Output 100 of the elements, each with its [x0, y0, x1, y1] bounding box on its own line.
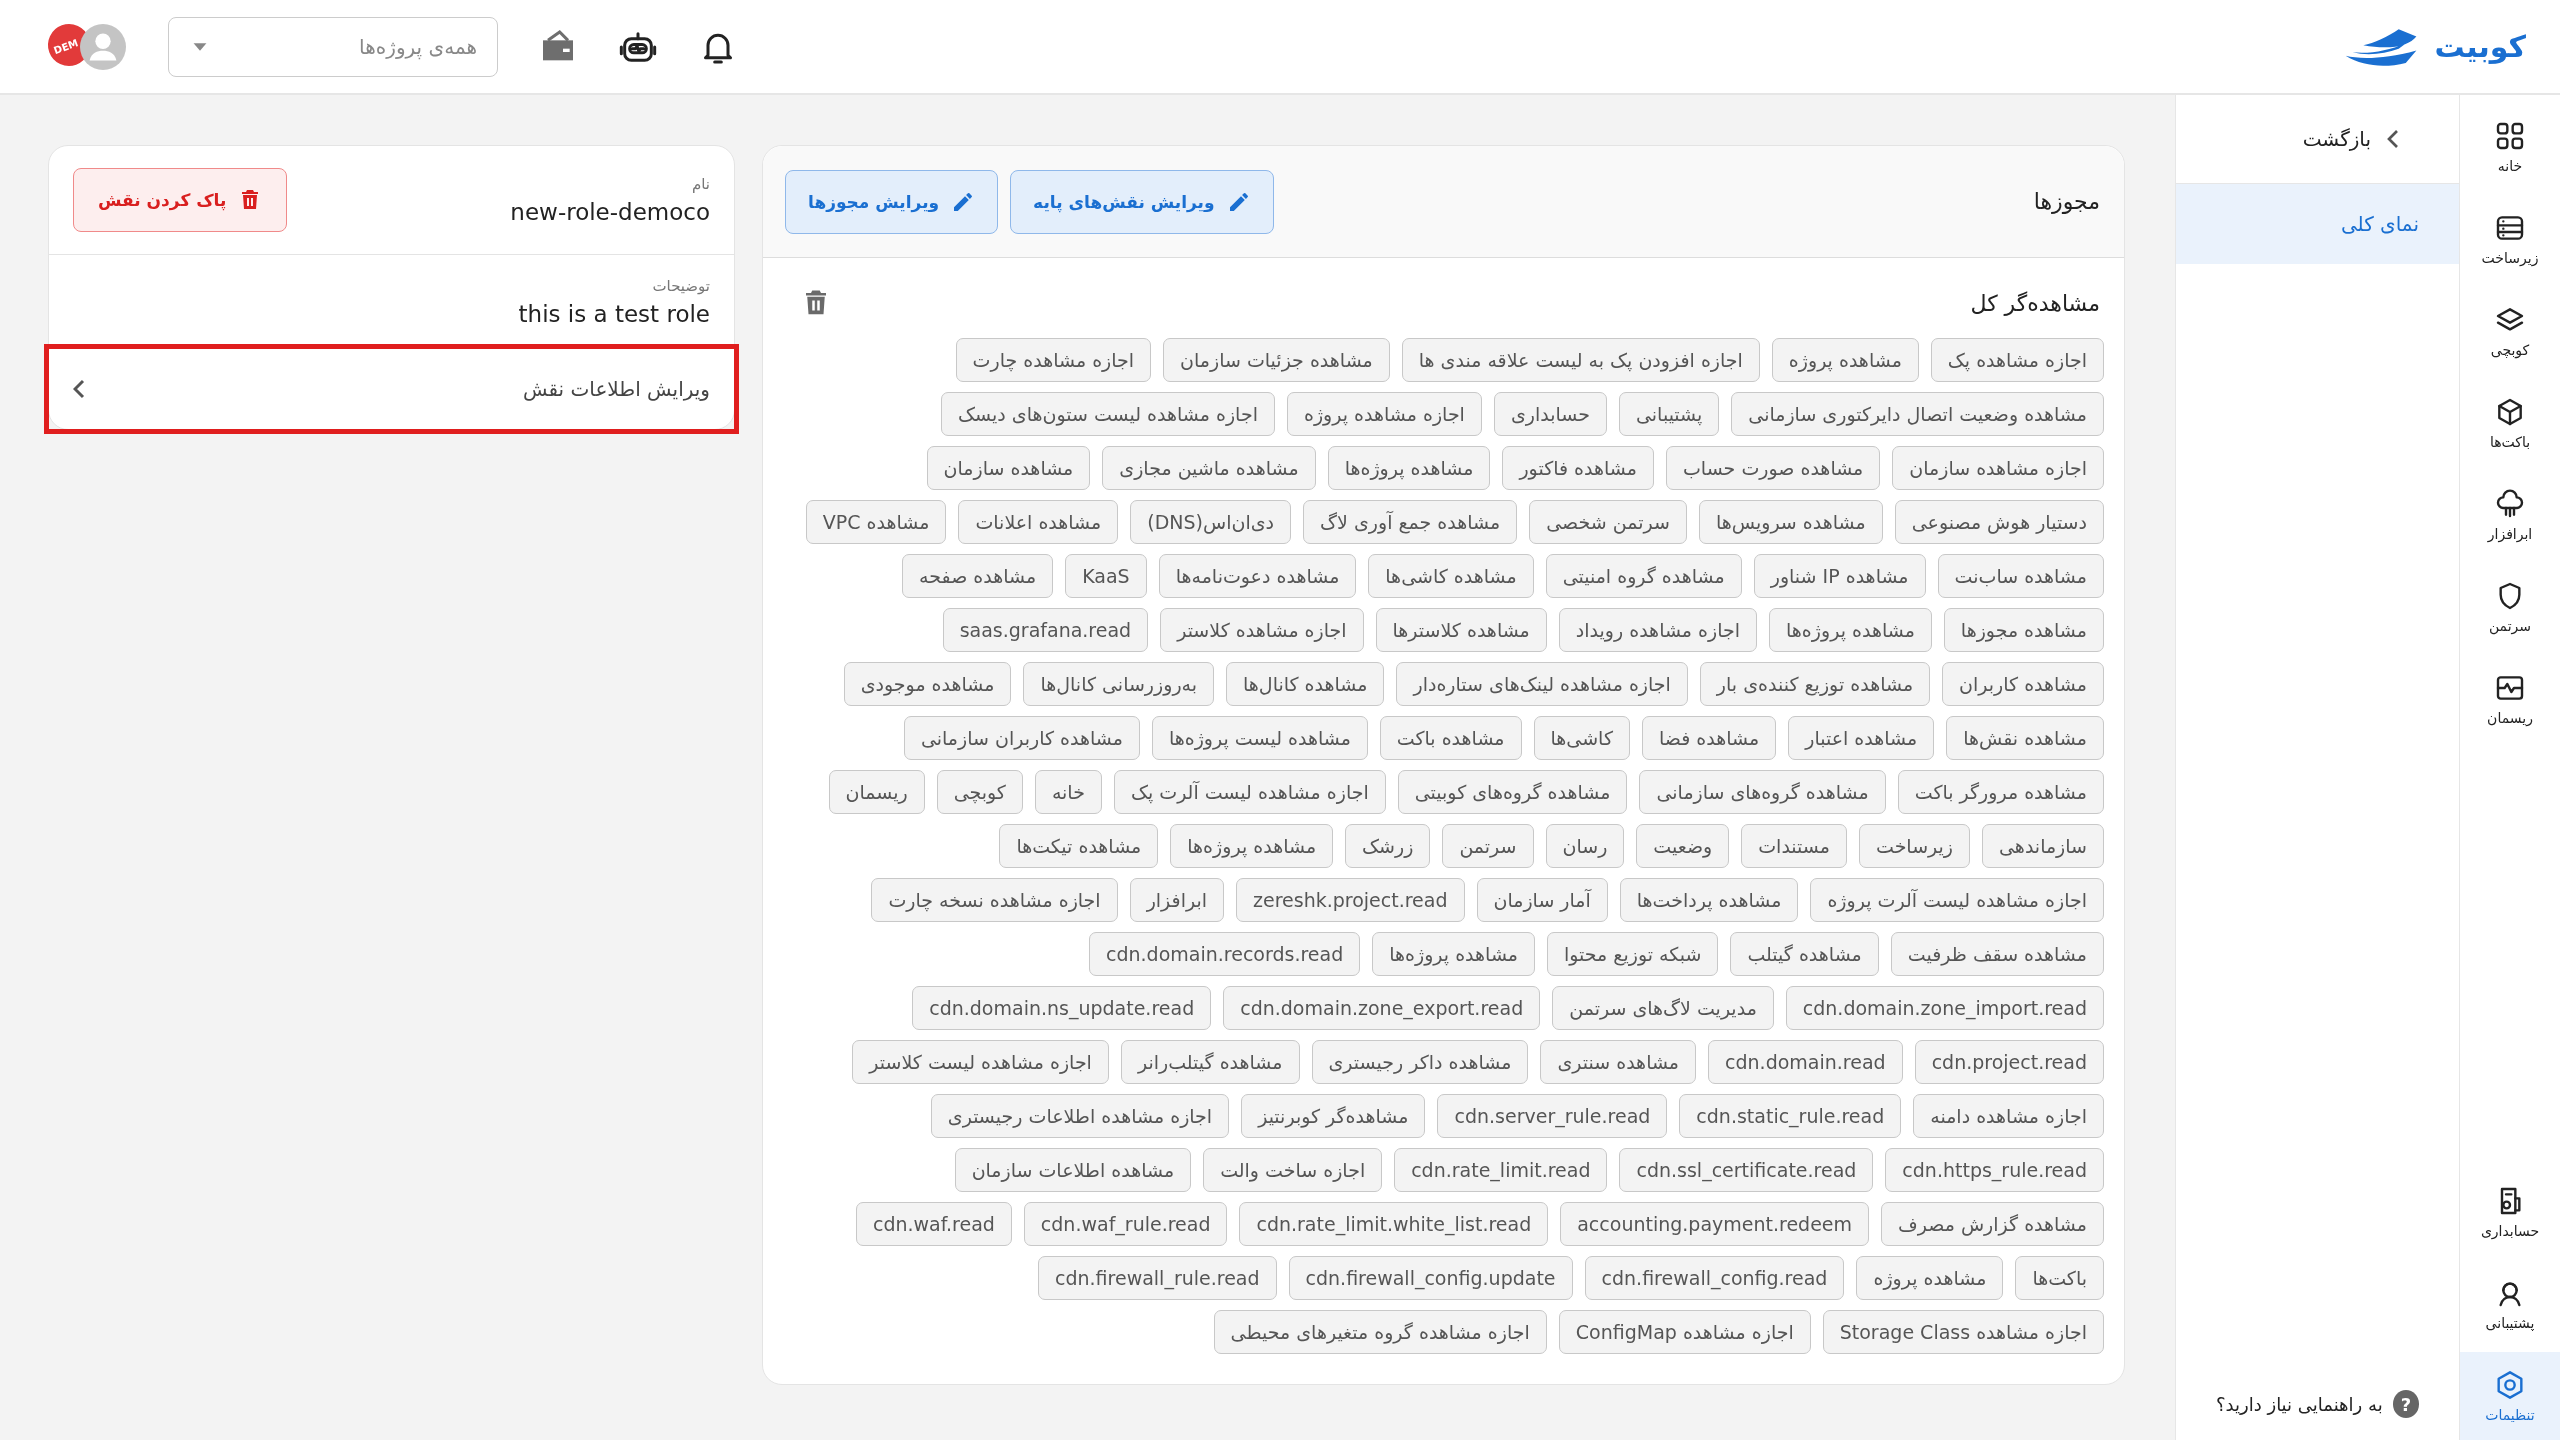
help-link[interactable]: ? به راهنمایی نیاز دارید؟ [2176, 1390, 2459, 1418]
permission-tag: شبکه توزیع محتوا [1547, 932, 1719, 976]
select-placeholder: همه‌ی پروژه‌ها [359, 34, 477, 59]
edit-info-row[interactable]: ویرایش اطلاعات نقش [49, 349, 734, 429]
permission-tag: مستندات [1741, 824, 1847, 868]
permission-tag: مشاهده VPC [805, 500, 947, 544]
delete-button[interactable]: پاک کردن نقش [73, 168, 288, 232]
permission-tag: مشاهده توزیع کننده‌ی بار [1699, 662, 1931, 706]
permission-tag: cdn.waf.read [855, 1202, 1012, 1246]
permission-tag: مشاهده کلاسترها [1375, 608, 1547, 652]
permission-tag: سرتمن شخصی [1529, 500, 1687, 544]
permission-tag: مشاهده گروه‌های سازمانی [1639, 770, 1886, 814]
edit-button[interactable]: ویرایش مجوزها [785, 169, 999, 234]
permission-tag: مشاهده جزئیات سازمان [1163, 338, 1390, 382]
settings-icon [2494, 1369, 2526, 1401]
permission-tag: سرتمن [1442, 824, 1534, 868]
nav-item[interactable]: خانه [2460, 103, 2560, 191]
help-icon: ? [2392, 1390, 2419, 1418]
permission-tag: مشاهده کانال‌ها [1226, 662, 1385, 706]
permission-tag: رسان [1545, 824, 1625, 868]
nav-item[interactable]: ابرافزار [2460, 471, 2560, 559]
permission-tag: مشاهده پروژه‌ها [1372, 932, 1535, 976]
permission-tag: cdn.ssl_certificate.read [1619, 1148, 1874, 1192]
permission-tag: اجازه مشاهده پروژه [1286, 392, 1482, 436]
permission-tag: مشاهده IP شناور [1753, 554, 1926, 598]
permission-tag: اجازه مشاهده دامنه [1913, 1094, 2104, 1138]
permission-tag: خانه [1034, 770, 1102, 814]
nav-item[interactable]: زیرساخت [2460, 195, 2560, 283]
permission-tag: مشاهده گروه‌های کوبیتی [1397, 770, 1628, 814]
nav-item[interactable]: پشتیبانی [2460, 1260, 2560, 1348]
permission-tag: cdn.domain.ns_update.read [912, 986, 1212, 1030]
permission-tag: مشاهده پروژه [1771, 338, 1919, 382]
project-select[interactable]: همه‌ی پروژه‌ها [168, 16, 498, 77]
permission-tag: مشاهده اعلانات [958, 500, 1119, 544]
chevron-icon [2387, 129, 2399, 149]
permission-tag: آمار سازمان [1476, 878, 1608, 922]
permission-tag: اجازه مشاهده گروه متغیرهای محیطی [1213, 1310, 1547, 1354]
permission-tag: مشاهده نقش‌ها [1946, 716, 2104, 760]
permission-tag: اجازه مشاهده اطلاعات رجیستری [930, 1094, 1230, 1138]
permission-tag: به‌روزرسانی کانال‌ها [1023, 662, 1215, 706]
permission-tag: KaaS [1065, 554, 1147, 598]
permission-tag: مشاهده ساب‌نت [1937, 554, 2104, 598]
permission-tag: اجازه مشاهده لیست ستون‌های دیسک [941, 392, 1275, 436]
permission-tag: مشاهده گیتلب‌رانر [1120, 1040, 1300, 1084]
field-label: نام [690, 175, 710, 193]
chevron-icon [73, 379, 85, 399]
permission-tag: مشاهده اعتبار [1788, 716, 1935, 760]
field-value: new-role-democo [510, 199, 710, 225]
permission-tag: مشاهده جمع آوری لاگ [1303, 500, 1518, 544]
field-label: توضیحات [651, 277, 710, 295]
permission-tag: cdn.domain.zone_import.read [1785, 986, 2104, 1030]
permission-tag: accounting.payment.redeem [1560, 1202, 1870, 1246]
permission-tag: مشاهده مجوزها [1943, 608, 2104, 652]
nav-item[interactable]: تنظیمات [2460, 1352, 2560, 1440]
permission-tag: cdn.firewall_config.read [1584, 1256, 1845, 1300]
submenu-item[interactable]: نمای کلی [2176, 184, 2459, 264]
card-title: مجوزها [2033, 189, 2100, 214]
permission-tag: cdn.static_rule.read [1679, 1094, 1902, 1138]
permission-tag: cdn.firewall_rule.read [1038, 1256, 1277, 1300]
permission-tag: اجازه مشاهده پک [1930, 338, 2104, 382]
nav-item[interactable]: ریسمان [2460, 655, 2560, 743]
nav-item[interactable]: کوبچی [2460, 287, 2560, 375]
nav-item[interactable]: سرتمن [2460, 563, 2560, 651]
avatar-icon[interactable] [80, 23, 126, 70]
permission-tag: مشاهده اطلاعات سازمان [954, 1148, 1192, 1192]
permission-tag: مشاهده باکت [1379, 716, 1522, 760]
permission-tag: مشاهده داکر رجیستری [1311, 1040, 1529, 1084]
grid-icon [2494, 120, 2526, 152]
permission-tag: دی‌ان‌اس(DNS) [1130, 500, 1292, 544]
edit-button[interactable]: ویرایش نقش‌های پایه [1010, 169, 1274, 234]
group-title: مشاهده‌گر کل [1970, 290, 2100, 316]
permission-tag: دستیار هوش مصنوعی [1894, 500, 2104, 544]
permission-tag: اجازه ساخت والت [1203, 1148, 1383, 1192]
nav-item[interactable]: حسابداری [2460, 1168, 2560, 1256]
permission-tag: زیرساخت [1858, 824, 1971, 868]
permission-tag: اجازه مشاهده رویداد [1558, 608, 1758, 652]
permission-tag: مشاهده تیکت‌ها [999, 824, 1159, 868]
permission-tag: زرشک [1345, 824, 1431, 868]
permission-tag: مشاهده پروژه‌ها [1170, 824, 1334, 868]
permission-tag: مشاهده صفحه [902, 554, 1054, 598]
permission-tag: ابرافزار [1129, 878, 1224, 922]
permission-tag: اجازه مشاهده نسخه چارت [871, 878, 1118, 922]
permission-tag: cdn.rate_limit.white_list.read [1239, 1202, 1549, 1246]
permission-tag: مشاهده صورت حساب [1665, 446, 1881, 490]
field-value: this is a test role [518, 301, 710, 327]
permission-tag: کوبچی [936, 770, 1023, 814]
permission-tag: کاشی‌ها [1533, 716, 1630, 760]
permission-tag: مشاهده‌گر کوبرنتیز [1241, 1094, 1426, 1138]
permission-tag: saas.grafana.read [942, 608, 1149, 652]
permission-tag: مشاهده کاربران سازمانی [903, 716, 1140, 760]
permission-tag: مشاهده دعوت‌نامه‌ها [1158, 554, 1357, 598]
permission-tag: cdn.server_rule.read [1437, 1094, 1668, 1138]
logo-text: کوبیت [2434, 29, 2526, 64]
permission-tag: اجازه مشاهده سازمان [1892, 446, 2104, 490]
permission-tag: مشاهده سقف ظرفیت [1890, 932, 2104, 976]
permission-tag: zereshk.project.read [1236, 878, 1465, 922]
nav-item[interactable]: باکت‌ها [2460, 379, 2560, 467]
permission-tag: cdn.https_rule.read [1885, 1148, 2104, 1192]
permission-tag: مشاهده فاکتور [1502, 446, 1654, 490]
permission-tag: مشاهده لیست پروژه‌ها [1151, 716, 1368, 760]
